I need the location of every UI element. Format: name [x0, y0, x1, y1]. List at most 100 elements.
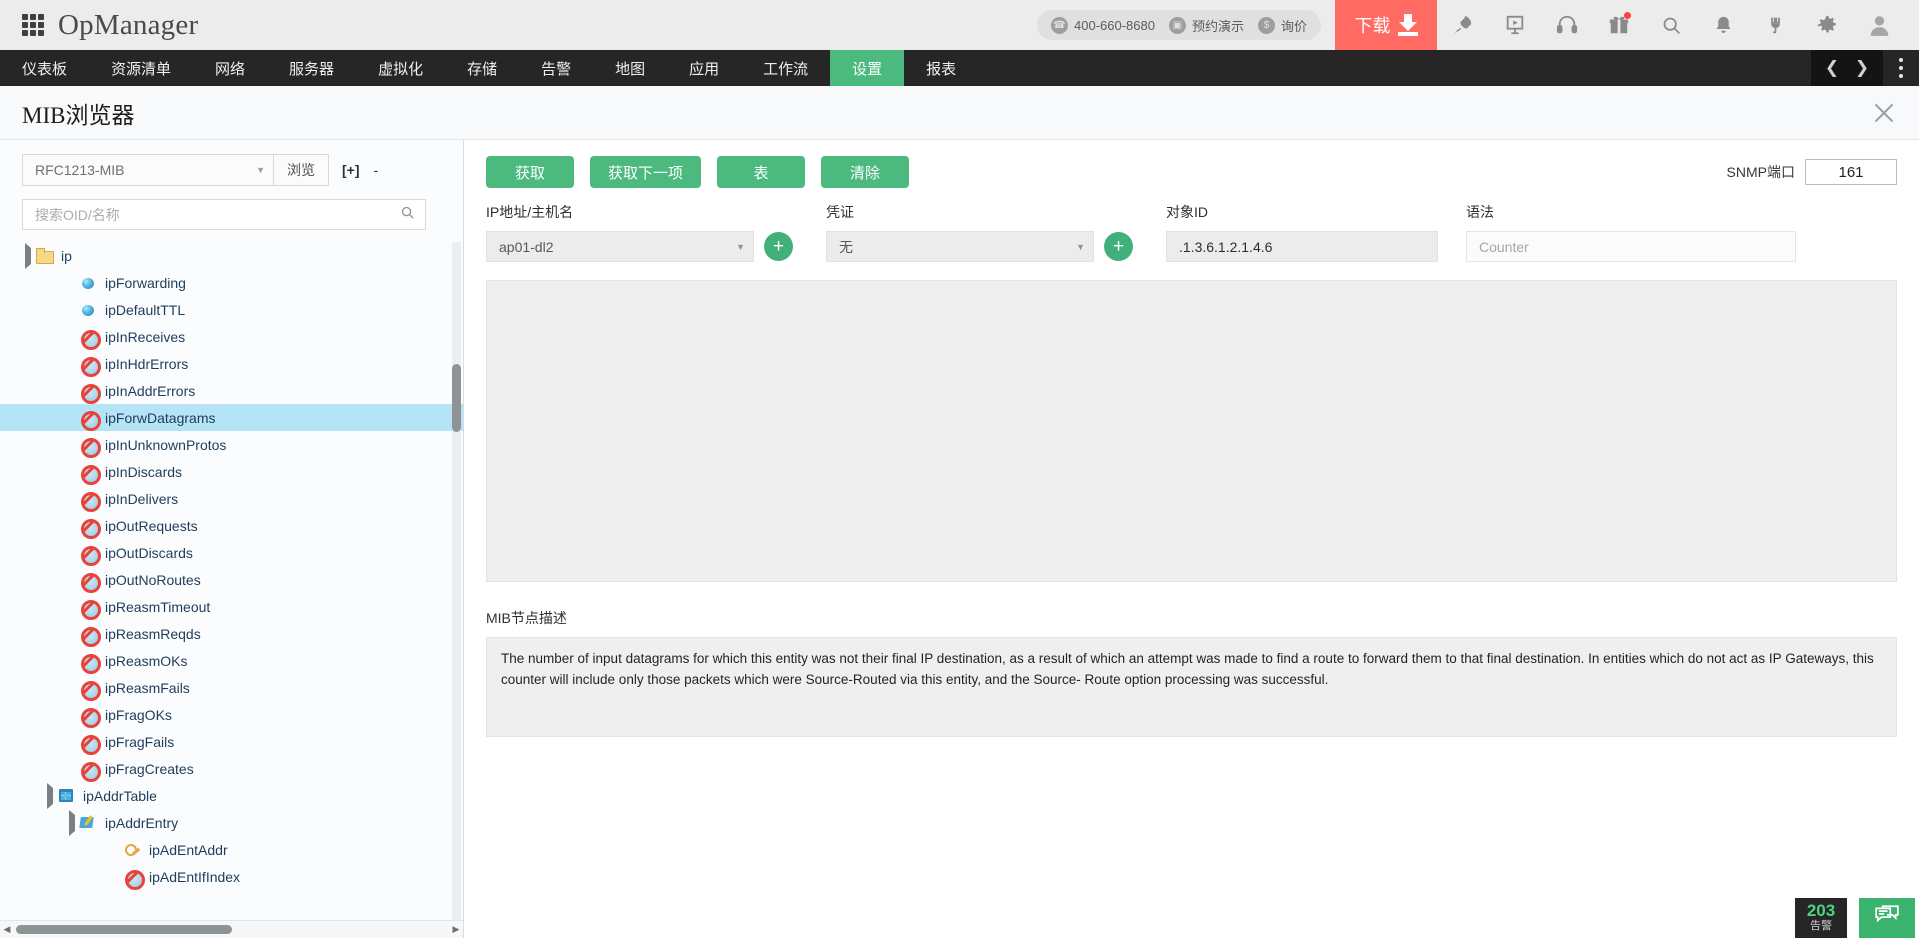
nav-item-2[interactable]: 网络 — [193, 50, 267, 86]
scroll-left-arrow-icon[interactable]: ◀ — [0, 924, 14, 935]
rocket-icon[interactable] — [1437, 0, 1489, 50]
tree-node[interactable]: ipOutRequests — [0, 512, 463, 539]
chevron-down-icon: ▼ — [256, 165, 265, 175]
close-icon[interactable] — [1871, 100, 1897, 126]
get-next-button[interactable]: 获取下一项 — [590, 156, 702, 188]
tree-node[interactable]: ipInHdrErrors — [0, 350, 463, 377]
tree-node-label: ipInUnknownProtos — [105, 436, 227, 453]
noentry-icon — [80, 436, 101, 458]
scroll-right-arrow-icon[interactable]: ▶ — [449, 924, 463, 935]
tree-expander-icon[interactable] — [66, 809, 80, 836]
chevron-left-icon[interactable]: ❮ — [1817, 50, 1847, 86]
result-output-area[interactable] — [486, 280, 1897, 582]
expand-all-link[interactable]: [+] — [342, 162, 360, 178]
table-button[interactable]: 表 — [717, 156, 806, 188]
download-button[interactable]: 下载 — [1335, 0, 1437, 50]
headset-icon[interactable] — [1541, 0, 1593, 50]
host-select[interactable]: ap01-dl2 ▼ — [486, 231, 754, 262]
noentry-icon — [80, 517, 101, 539]
mib-module-select[interactable]: RFC1213-MIB ▼ — [22, 154, 274, 186]
mib-module-value: RFC1213-MIB — [35, 162, 125, 178]
tree-node-label: ipReasmReqds — [105, 625, 201, 642]
tree-node[interactable]: ipFragCreates — [0, 755, 463, 782]
nav-item-7[interactable]: 地图 — [593, 50, 667, 86]
alarm-label: 告警 — [1810, 920, 1832, 933]
tree-hscrollbar-thumb[interactable] — [16, 925, 232, 934]
oid-input[interactable]: .1.3.6.1.2.1.4.6 — [1166, 231, 1438, 262]
chat-button[interactable] — [1859, 898, 1915, 938]
tree-node[interactable]: ipReasmReqds — [0, 620, 463, 647]
tree-node[interactable]: ipAdEntAddr — [0, 836, 463, 863]
search-icon[interactable] — [1645, 0, 1697, 50]
tree-node[interactable]: ipReasmOKs — [0, 647, 463, 674]
sphere-icon — [80, 301, 97, 318]
syntax-input[interactable]: Counter — [1466, 231, 1796, 262]
bell-icon[interactable] — [1697, 0, 1749, 50]
tree-node[interactable]: ip — [0, 242, 463, 269]
tree-node[interactable]: ipInDelivers — [0, 485, 463, 512]
contact-quote-link[interactable]: 询价 — [1281, 16, 1307, 35]
nav-item-8[interactable]: 应用 — [667, 50, 741, 86]
oid-field: 对象ID .1.3.6.1.2.1.4.6 — [1166, 202, 1466, 262]
tree-node[interactable]: ipForwarding — [0, 269, 463, 296]
alarm-count-badge[interactable]: 203 告警 — [1795, 898, 1847, 938]
mib-controls: RFC1213-MIB ▼ 浏览 [+] - — [0, 140, 463, 230]
nav-item-11[interactable]: 报表 — [904, 50, 978, 86]
search-icon[interactable] — [400, 205, 415, 225]
credential-select[interactable]: 无 ▼ — [826, 231, 1094, 262]
credential-field: 凭证 无 ▼ + — [826, 202, 1166, 262]
nav-item-6[interactable]: 告警 — [519, 50, 593, 86]
search-input[interactable] — [35, 206, 400, 223]
tree-node-label: ipOutRequests — [105, 517, 198, 534]
tree-node[interactable]: ipReasmFails — [0, 674, 463, 701]
nav-item-9[interactable]: 工作流 — [741, 50, 830, 86]
avatar-icon[interactable] — [1853, 0, 1905, 50]
tree-node[interactable]: ipFragOKs — [0, 701, 463, 728]
add-credential-button[interactable]: + — [1104, 232, 1133, 261]
get-button[interactable]: 获取 — [486, 156, 574, 188]
tree-node[interactable]: ipOutNoRoutes — [0, 566, 463, 593]
tree-node[interactable]: ipFragFails — [0, 728, 463, 755]
table-icon — [58, 787, 75, 804]
nav-item-10[interactable]: 设置 — [830, 50, 905, 86]
tree-node-label: ipInReceives — [105, 328, 186, 345]
add-host-button[interactable]: + — [764, 232, 793, 261]
apps-grid-icon[interactable] — [22, 14, 44, 36]
nav-item-0[interactable]: 仪表板 — [0, 50, 89, 86]
tree-node[interactable]: ipOutDiscards — [0, 539, 463, 566]
tree-node[interactable]: ipInReceives — [0, 323, 463, 350]
plug-icon[interactable] — [1749, 0, 1801, 50]
tree-node[interactable]: ipInUnknownProtos — [0, 431, 463, 458]
tree-node[interactable]: ipInAddrErrors — [0, 377, 463, 404]
tree-node[interactable]: ipAddrEntry — [0, 809, 463, 836]
tree-vscrollbar-thumb[interactable] — [452, 364, 461, 432]
tree-node[interactable]: ipAdEntIfIndex — [0, 863, 463, 890]
tree-expander-icon[interactable] — [22, 242, 36, 269]
kebab-menu-icon[interactable] — [1883, 50, 1919, 86]
tree-node[interactable]: ipInDiscards — [0, 458, 463, 485]
snmp-port-input[interactable] — [1805, 159, 1897, 185]
gift-icon[interactable] — [1593, 0, 1645, 50]
tree-node[interactable]: ipReasmTimeout — [0, 593, 463, 620]
app-root: OpManager ☎ 400-660-8680 ▣ 预约演示 $ 询价 下载 — [0, 0, 1919, 938]
presentation-icon[interactable] — [1489, 0, 1541, 50]
nav-item-3[interactable]: 服务器 — [267, 50, 356, 86]
collapse-all-link[interactable]: - — [374, 162, 379, 178]
nav-item-4[interactable]: 虚拟化 — [356, 50, 445, 86]
tree-node[interactable]: ipForwDatagrams — [0, 404, 463, 431]
tree-expander-icon[interactable] — [44, 782, 58, 809]
tree-node[interactable]: ipDefaultTTL — [0, 296, 463, 323]
noentry-icon — [80, 733, 101, 755]
tree-node[interactable]: ipAddrTable — [0, 782, 463, 809]
nav-item-1[interactable]: 资源清单 — [89, 50, 193, 86]
gift-badge-dot — [1624, 12, 1631, 19]
nav-item-5[interactable]: 存储 — [445, 50, 519, 86]
gear-icon[interactable] — [1801, 0, 1853, 50]
tree-hscrollbar[interactable]: ◀ ▶ — [0, 920, 463, 938]
tree-vscrollbar-track[interactable] — [452, 242, 461, 920]
contact-demo-link[interactable]: 预约演示 — [1192, 16, 1244, 35]
browse-button[interactable]: 浏览 — [274, 154, 329, 186]
mib-tree-panel: RFC1213-MIB ▼ 浏览 [+] - 搜索OID/名称 ip ipFor… — [0, 140, 464, 938]
chevron-right-icon[interactable]: ❯ — [1847, 50, 1877, 86]
clear-button[interactable]: 清除 — [821, 156, 910, 188]
